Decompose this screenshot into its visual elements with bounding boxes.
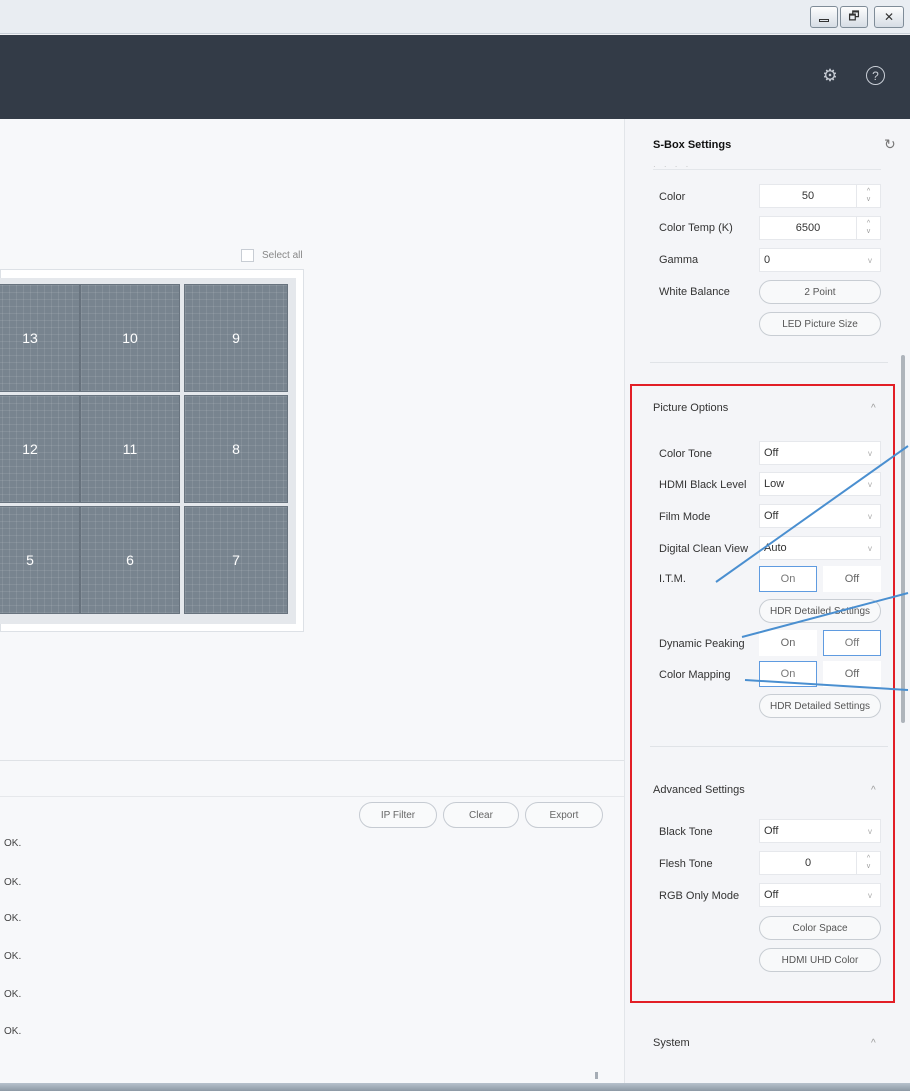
minimize-button[interactable]: [810, 6, 838, 28]
close-button[interactable]: ✕: [874, 6, 904, 28]
help-icon[interactable]: ?: [866, 66, 885, 85]
window-title-bar: 🗗 ✕: [0, 0, 910, 34]
screen-tile[interactable]: 13: [0, 284, 80, 392]
color-value: 50: [801, 190, 815, 202]
log-header-divider: [0, 796, 624, 797]
screen-tile[interactable]: 12: [0, 395, 80, 503]
gamma-dropdown[interactable]: 0 v: [759, 248, 881, 272]
gamma-label: Gamma: [659, 254, 699, 266]
section-divider: [650, 362, 888, 363]
select-all-checkbox[interactable]: Select all: [241, 249, 303, 262]
taskbar-strip: [0, 1083, 910, 1091]
restore-button[interactable]: 🗗: [840, 6, 868, 28]
led-picture-size-button[interactable]: LED Picture Size: [759, 312, 881, 336]
log-line: OK.: [4, 1026, 22, 1037]
system-title[interactable]: System: [653, 1037, 690, 1049]
screen-tile[interactable]: 9: [184, 284, 288, 392]
clear-button[interactable]: Clear: [443, 802, 519, 828]
log-line: OK.: [4, 877, 22, 888]
spin-arrows-icon[interactable]: ^ v: [856, 217, 880, 239]
log-line: OK.: [4, 838, 22, 849]
select-all-label: Select all: [262, 250, 303, 261]
app-header: [0, 35, 910, 119]
settings-gear-icon[interactable]: ⚙: [820, 66, 840, 86]
color-temp-label: Color Temp (K): [659, 222, 733, 234]
screen-tile[interactable]: 5: [0, 506, 80, 614]
screen-tile[interactable]: 10: [80, 284, 180, 392]
minimize-icon: [819, 18, 829, 22]
ip-filter-button[interactable]: IP Filter: [359, 802, 437, 828]
restore-icon: 🗗: [848, 8, 860, 23]
close-icon: ✕: [883, 10, 895, 24]
refresh-icon[interactable]: ↻: [884, 136, 896, 153]
chevron-down-icon: v: [868, 255, 872, 265]
select-all-box[interactable]: [241, 249, 254, 262]
color-label: Color: [659, 191, 686, 203]
gamma-value: 0: [764, 254, 771, 266]
horizontal-scroll-handle[interactable]: [595, 1072, 598, 1079]
export-button[interactable]: Export: [525, 802, 603, 828]
collapse-caret-icon[interactable]: ^: [871, 1038, 876, 1049]
color-temp-value: 6500: [795, 222, 821, 234]
color-temp-stepper[interactable]: 6500 ^ v: [759, 216, 881, 240]
color-stepper[interactable]: 50 ^ v: [759, 184, 881, 208]
partial-setting-row: · · · ·: [653, 162, 881, 171]
screen-tile[interactable]: 8: [184, 395, 288, 503]
log-line: OK.: [4, 989, 22, 1000]
log-line: OK.: [4, 951, 22, 962]
panel-title: S-Box Settings: [653, 139, 732, 151]
vertical-scrollbar[interactable]: [901, 355, 905, 723]
screen-tile[interactable]: 6: [80, 506, 180, 614]
white-balance-label: White Balance: [659, 286, 730, 298]
log-line: OK.: [4, 913, 22, 924]
screen-tile[interactable]: 7: [184, 506, 288, 614]
spin-arrows-icon[interactable]: ^ v: [856, 185, 880, 207]
screen-tile[interactable]: 11: [80, 395, 180, 503]
highlight-rectangle: [630, 384, 895, 1003]
log-divider: [0, 760, 624, 761]
two-point-button[interactable]: 2 Point: [759, 280, 881, 304]
